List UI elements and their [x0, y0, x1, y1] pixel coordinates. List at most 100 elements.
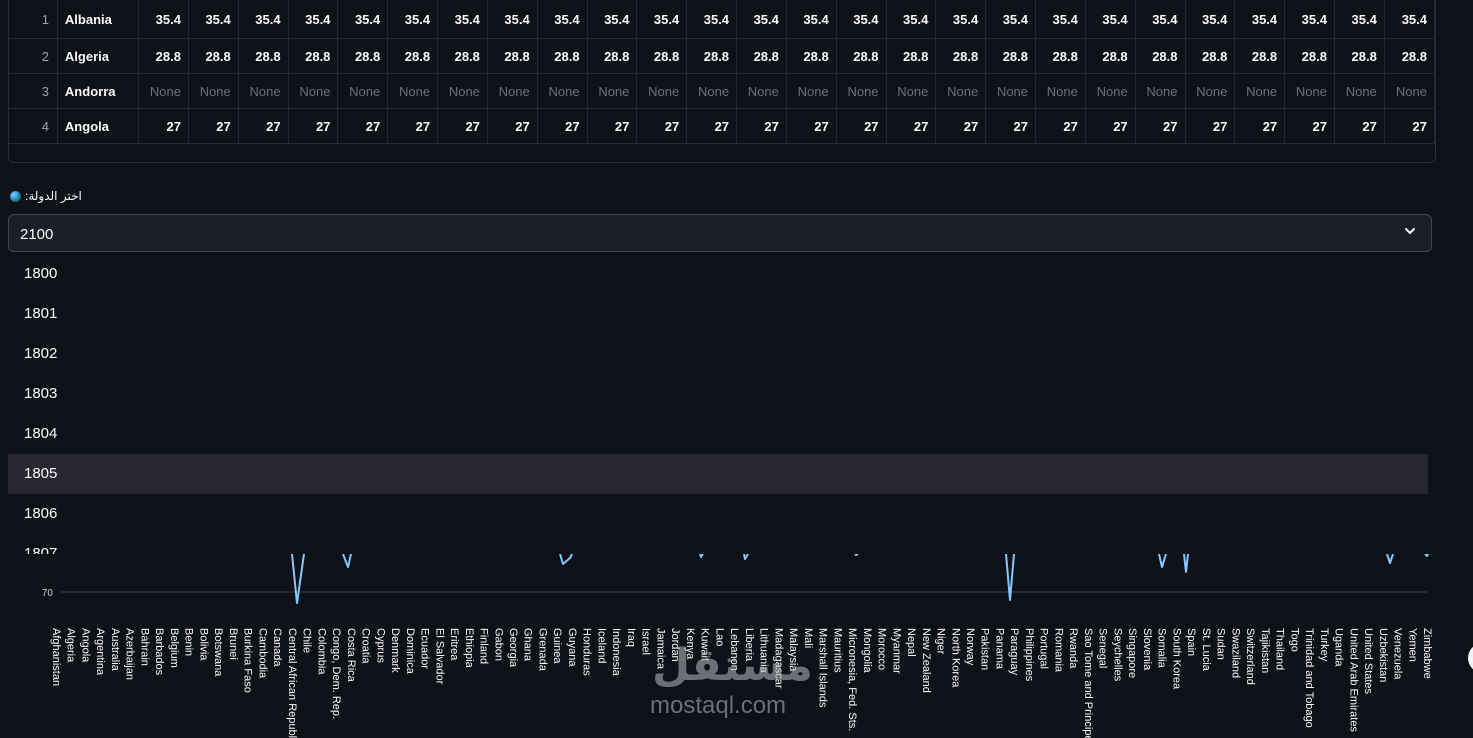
value-cell: 27	[288, 108, 339, 144]
x-tick-label: Costa Rica	[345, 628, 357, 683]
value-cell: 27	[886, 108, 937, 144]
value-cell: None	[238, 73, 289, 109]
x-tick-label: Marshall Islands	[817, 628, 829, 708]
value-cell: 28.8	[985, 38, 1037, 74]
value-cell: 27	[587, 108, 638, 144]
x-tick-label: Cambodia	[256, 628, 268, 679]
x-tick-label: Kuwait	[699, 628, 711, 661]
x-tick-label: Afghanistan	[50, 628, 62, 686]
value-cell: 35.4	[188, 0, 239, 39]
value-cell: 27	[985, 108, 1037, 144]
dropdown-option[interactable]: 1807	[8, 534, 1428, 554]
value-cell: 27	[387, 108, 439, 144]
value-cell: 28.8	[886, 38, 937, 74]
data-table-grid: 1 Albania 35.4 35.4 35.4 35.4 35.4 35.4 35.4 35.4…	[9, 0, 1435, 144]
table-row: 3 Andorra None None None None None None None None…	[9, 73, 1435, 109]
value-cell: 35.4	[238, 0, 289, 39]
x-tick-label: Sudan	[1215, 628, 1227, 660]
x-tick-label: Pakistan	[979, 628, 991, 670]
value-cell: 28.8	[686, 38, 738, 74]
x-tick-label: Congo, Dem. Rep.	[330, 628, 342, 719]
dropdown-option[interactable]: 1800	[8, 254, 1428, 294]
value-cell: 28.8	[437, 38, 488, 74]
globe-icon	[10, 190, 21, 202]
value-cell: 27	[138, 108, 189, 144]
value-cell: 27	[786, 108, 837, 144]
value-cell: 35.4	[138, 0, 189, 39]
value-cell: 27	[1135, 108, 1186, 144]
x-tick-label: North Korea	[949, 628, 961, 688]
value-cell: 27	[1384, 108, 1435, 144]
value-cell: 27	[238, 108, 289, 144]
x-tick-label: Canada	[271, 628, 283, 667]
value-cell: 35.4	[487, 0, 538, 39]
row-index: 4	[9, 108, 58, 144]
row-index: 1	[9, 0, 58, 39]
country-select[interactable]: 2100	[8, 214, 1432, 252]
series-line	[559, 554, 573, 565]
x-tick-label: Lao	[713, 628, 725, 646]
x-tick-label: Norway	[964, 628, 976, 666]
x-tick-label: Uganda	[1333, 628, 1345, 667]
x-tick-label: Uzbekistan	[1377, 628, 1389, 682]
value-cell: 28.8	[337, 38, 389, 74]
x-tick-label: Honduras	[581, 628, 593, 676]
row-index: 3	[9, 73, 58, 109]
value-cell: 35.4	[935, 0, 987, 39]
x-tick-label: Mongolia	[861, 628, 873, 674]
dropdown-option[interactable]: 1801	[8, 294, 1428, 334]
x-tick-label: Guyana	[566, 628, 578, 667]
dropdown-option[interactable]: 1806	[8, 494, 1428, 534]
dropdown-option[interactable]: 1805	[8, 454, 1428, 494]
x-tick-label: Grenada	[536, 628, 548, 672]
x-tick-label: Somalia	[1156, 628, 1168, 669]
value-cell: 35.4	[736, 0, 787, 39]
x-tick-label: Ecuador	[419, 628, 431, 669]
country-select-label-text: اختر الدولة:	[25, 189, 82, 203]
series-line	[1424, 554, 1429, 557]
country-cell: Algeria	[57, 38, 140, 74]
dropdown-option[interactable]: 1804	[8, 414, 1428, 454]
value-cell: 35.4	[337, 0, 389, 39]
x-tick-label: Guinea	[551, 628, 563, 664]
x-tick-label: Liberia	[743, 628, 755, 662]
value-cell: 28.8	[138, 38, 189, 74]
value-cell: None	[1085, 73, 1136, 109]
value-cell: 27	[686, 108, 738, 144]
x-tick-label: Burkina Faso	[242, 628, 254, 693]
value-cell: None	[387, 73, 439, 109]
x-tick-label: Panama	[993, 628, 1005, 670]
value-cell: None	[188, 73, 239, 109]
value-cell: None	[487, 73, 538, 109]
country-cell: Andorra	[57, 73, 140, 109]
value-cell: 35.4	[686, 0, 738, 39]
series-line	[291, 554, 305, 604]
value-cell: 27	[1185, 108, 1236, 144]
x-tick-label: Belgium	[168, 628, 180, 668]
x-tick-label: Jamaica	[654, 628, 666, 670]
x-tick-label: Benin	[183, 628, 195, 656]
series-line	[1005, 554, 1015, 601]
value-cell: 35.4	[1384, 0, 1435, 39]
dropdown-option[interactable]: 1803	[8, 374, 1428, 414]
x-tick-label: Micronesia, Fed. Sts.	[846, 628, 858, 731]
value-cell: 28.8	[387, 38, 439, 74]
x-tick-label: United States	[1362, 628, 1374, 695]
value-cell: None	[1234, 73, 1286, 109]
value-cell: 28.8	[736, 38, 787, 74]
x-tick-label: Dominica	[404, 628, 416, 675]
value-cell: 28.8	[1135, 38, 1186, 74]
x-tick-label: Singapore	[1126, 628, 1138, 678]
value-cell: None	[587, 73, 638, 109]
chevron-down-icon[interactable]	[1403, 224, 1417, 238]
value-cell: 27	[337, 108, 389, 144]
value-cell: 27	[935, 108, 987, 144]
country-select-dropdown[interactable]: 1800 1801 1802 1803 1804 1805 1806 1807	[8, 254, 1428, 554]
x-tick-label: Swaziland	[1229, 628, 1241, 678]
dropdown-option[interactable]: 1802	[8, 334, 1428, 374]
value-cell: None	[636, 73, 688, 109]
table-row: 2 Algeria 28.8 28.8 28.8 28.8 28.8 28.8 28.8 28.8…	[9, 38, 1435, 74]
x-tick-label: Indonesia	[610, 628, 622, 677]
x-tick-label: Central African Republic	[286, 628, 298, 738]
value-cell: 28.8	[1085, 38, 1136, 74]
